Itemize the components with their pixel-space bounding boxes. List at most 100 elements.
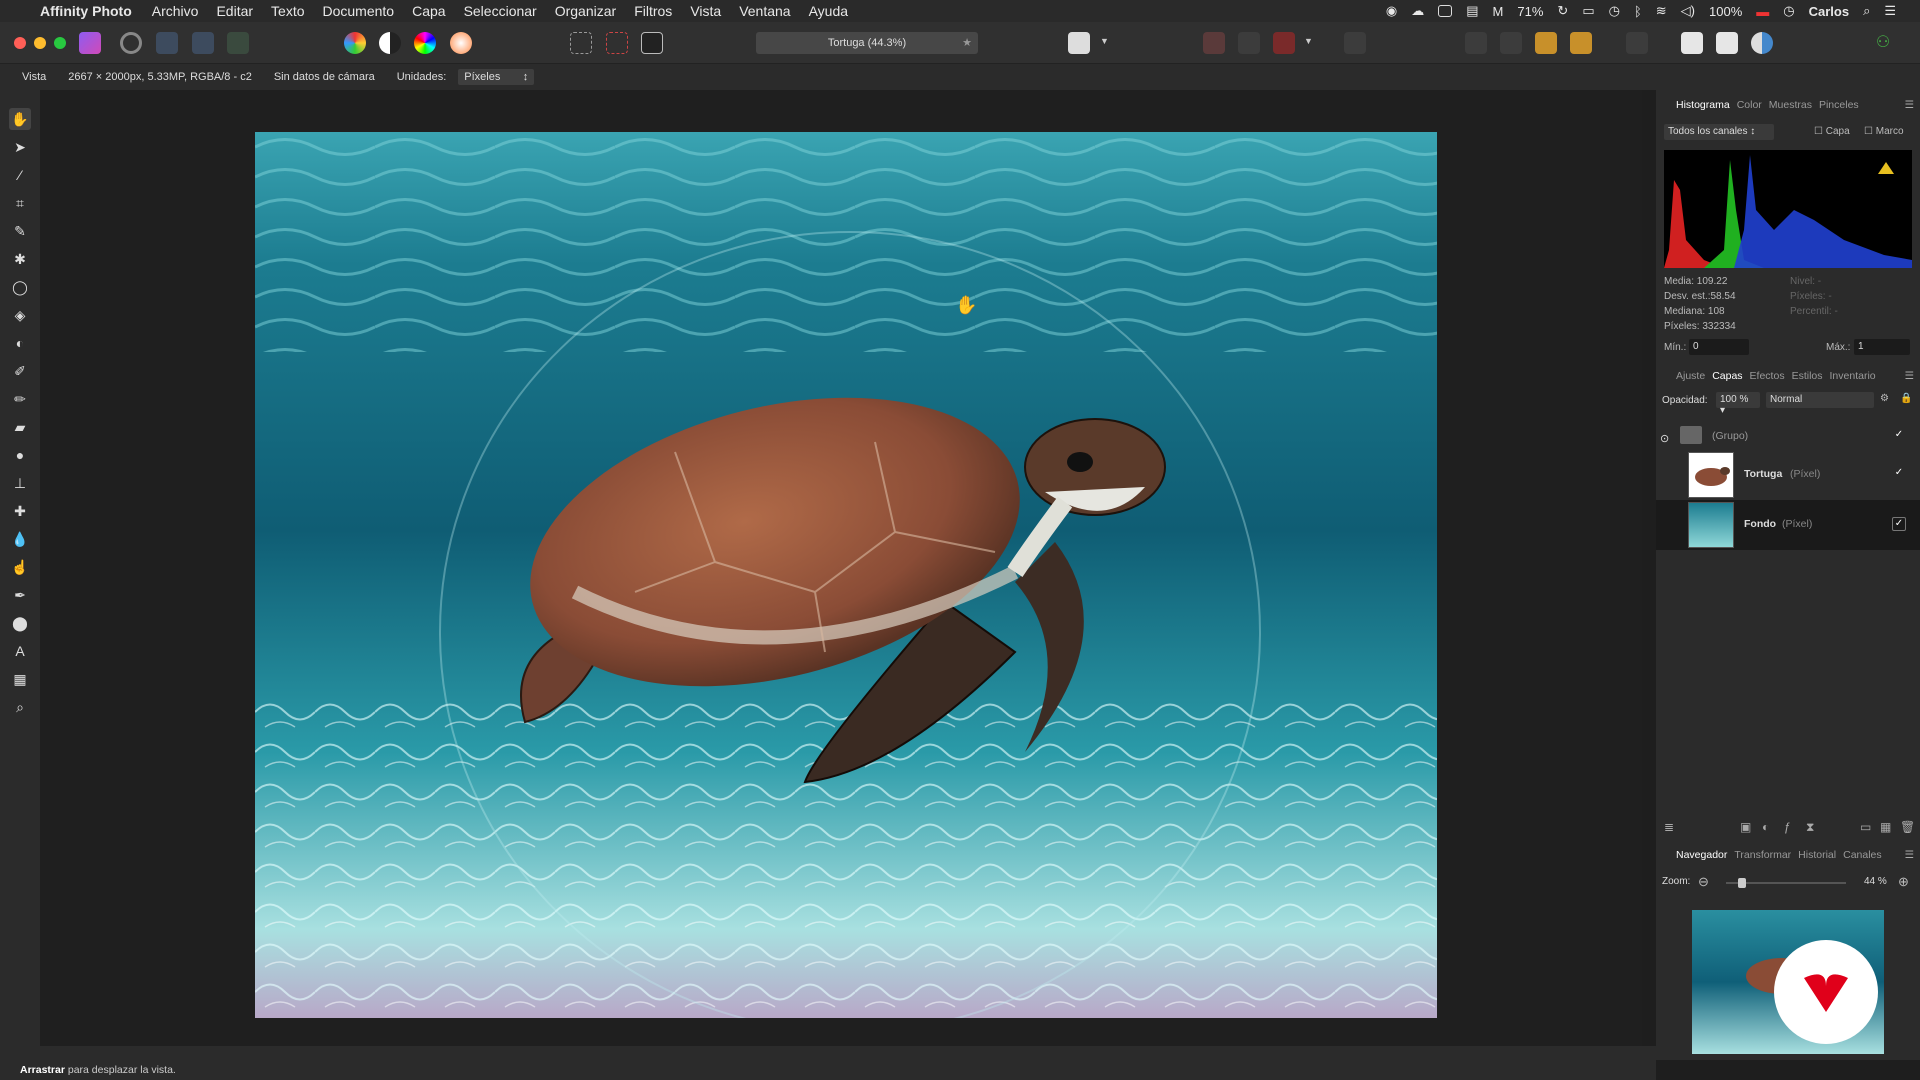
opacity-field[interactable]: 100 % ▾ [1716, 392, 1760, 416]
auto-levels-icon[interactable] [344, 32, 366, 54]
blend-mode-select[interactable]: Normal [1766, 392, 1874, 408]
liquify-persona-icon[interactable] [120, 32, 142, 54]
boolean-subtract-icon[interactable] [1716, 32, 1738, 54]
flag-icon[interactable]: ▬ [1756, 4, 1769, 19]
screen-icon[interactable]: ▭ [1582, 3, 1594, 19]
close-window-button[interactable] [14, 37, 26, 49]
menu-filtros[interactable]: Filtros [634, 3, 672, 19]
alignment-icon[interactable] [1626, 32, 1648, 54]
zoom-slider[interactable] [1726, 878, 1846, 888]
menu-ayuda[interactable]: Ayuda [809, 3, 848, 19]
layer-row-tortuga[interactable]: Tortuga (Píxel) ✓ [1656, 450, 1920, 500]
align-icon[interactable] [1238, 32, 1260, 54]
panel-menu-icon[interactable]: ☰ [1905, 849, 1914, 861]
text-tool-icon[interactable]: A [9, 640, 31, 662]
gear-icon[interactable]: ⚙ [1880, 393, 1889, 404]
flood-select-tool-icon[interactable]: ✱ [9, 248, 31, 270]
tab-ajuste[interactable]: Ajuste [1676, 370, 1705, 382]
zoom-window-button[interactable] [54, 37, 66, 49]
auto-colors-icon[interactable] [414, 32, 436, 54]
max-field[interactable]: 1 [1854, 339, 1910, 355]
tab-inventario[interactable]: Inventario [1830, 370, 1876, 382]
group-visibility-check[interactable]: ✓ [1892, 429, 1906, 443]
zoom-out-icon[interactable]: ⊖ [1698, 874, 1709, 890]
selection-brush-tool-icon[interactable]: ✎ [9, 220, 31, 242]
boolean-add-icon[interactable] [1681, 32, 1703, 54]
blur-tool-icon[interactable]: 💧 [9, 528, 31, 550]
menu-capa[interactable]: Capa [412, 3, 445, 19]
arrange-back-icon[interactable] [1465, 32, 1487, 54]
zoom-tool-icon[interactable]: ⌕ [9, 696, 31, 718]
pen-tool-icon[interactable]: ✒ [9, 584, 31, 606]
gradient-tool-icon[interactable]: ◐ [9, 332, 31, 354]
healing-tool-icon[interactable]: ✚ [9, 500, 31, 522]
menu-seleccionar[interactable]: Seleccionar [464, 3, 537, 19]
mesh-warp-tool-icon[interactable]: ▦ [9, 668, 31, 690]
document-tab[interactable]: Tortuga (44.3%) ★ [756, 32, 978, 54]
tab-historial[interactable]: Historial [1798, 849, 1836, 861]
layers-stack-icon[interactable]: ≣ [1664, 820, 1674, 834]
auto-contrast-icon[interactable] [379, 32, 401, 54]
assistant-icon[interactable] [1344, 32, 1366, 54]
move-tool-icon[interactable]: ➤ [9, 136, 31, 158]
hand-tool-icon[interactable]: ✋ [9, 108, 31, 130]
color-picker-tool-icon[interactable]: ⁄ [9, 164, 31, 186]
tab-pinceles[interactable]: Pinceles [1819, 99, 1859, 111]
drive-icon[interactable]: ▤ [1466, 3, 1478, 19]
tab-efectos[interactable]: Efectos [1750, 370, 1785, 382]
tab-capas[interactable]: Capas [1712, 370, 1742, 382]
lock-icon[interactable]: 🔒 [1900, 393, 1912, 404]
display-icon[interactable] [1438, 5, 1453, 17]
fondo-visibility-check[interactable]: ✓ [1892, 517, 1906, 531]
cloud-icon[interactable]: ☁ [1411, 3, 1424, 19]
live-filter-icon[interactable]: ⧗ [1806, 820, 1814, 835]
star-icon[interactable]: ★ [962, 32, 972, 54]
tab-estilos[interactable]: Estilos [1792, 370, 1823, 382]
new-layer-icon[interactable]: ▦ [1880, 820, 1891, 834]
magnet-dropdown-icon[interactable]: ▼ [1304, 36, 1313, 46]
tab-color[interactable]: Color [1737, 99, 1762, 111]
battery-percent-small[interactable]: 71% [1517, 4, 1543, 19]
delete-layer-icon[interactable]: 🗑 [1900, 820, 1915, 834]
battery-percent[interactable]: 100% [1709, 4, 1742, 19]
tab-muestras[interactable]: Muestras [1769, 99, 1812, 111]
develop-persona-icon[interactable] [156, 32, 178, 54]
malwarebytes-icon[interactable]: M [1493, 4, 1504, 19]
paint-brush-tool-icon[interactable]: ✐ [9, 360, 31, 382]
tab-transformar[interactable]: Transformar [1734, 849, 1791, 861]
tone-mapping-persona-icon[interactable] [192, 32, 214, 54]
layer-row-fondo[interactable]: Fondo (Píxel) ✓ [1656, 500, 1920, 550]
control-center-icon[interactable]: ☰ [1884, 3, 1896, 19]
menu-documento[interactable]: Documento [323, 3, 395, 19]
time-machine-icon[interactable]: ◷ [1609, 3, 1620, 19]
tab-navegador[interactable]: Navegador [1676, 849, 1727, 861]
mask-icon[interactable]: ▣ [1740, 820, 1751, 834]
arrange-forward-icon[interactable] [1535, 32, 1557, 54]
arrange-backward-icon[interactable] [1500, 32, 1522, 54]
menu-texto[interactable]: Texto [271, 3, 304, 19]
user-account-icon[interactable]: ⚇ [1872, 32, 1894, 54]
snapping-icon[interactable] [1203, 32, 1225, 54]
fx-icon[interactable]: ƒ [1784, 820, 1791, 834]
expand-chevron-icon[interactable]: ⊙ [1660, 432, 1669, 445]
marco-checkbox[interactable]: ☐ Marco [1864, 126, 1904, 137]
volume-icon[interactable]: ◁) [1681, 3, 1695, 19]
crop-tool-icon[interactable]: ⌗ [9, 192, 31, 214]
menu-ventana[interactable]: Ventana [739, 3, 790, 19]
shape-tool-icon[interactable]: ⬤ [9, 612, 31, 634]
auto-white-balance-icon[interactable] [450, 32, 472, 54]
new-group-icon[interactable]: ▭ [1860, 820, 1871, 834]
spotlight-search-icon[interactable]: ⌕ [1863, 3, 1870, 19]
menu-archivo[interactable]: Archivo [152, 3, 199, 19]
capa-checkbox[interactable]: ☐ Capa [1814, 126, 1850, 137]
tab-histograma[interactable]: Histograma [1676, 99, 1730, 111]
user-name[interactable]: Carlos [1809, 4, 1849, 19]
sync-icon[interactable]: ↻ [1557, 3, 1568, 19]
clock-icon[interactable]: ◷ [1783, 3, 1794, 19]
bluetooth-icon[interactable]: ᛒ [1634, 4, 1642, 19]
clone-tool-icon[interactable]: ⊥ [9, 472, 31, 494]
color-replacement-tool-icon[interactable]: ✏ [9, 388, 31, 410]
turtle-photo[interactable] [255, 132, 1437, 1018]
erase-tool-icon[interactable]: ▰ [9, 416, 31, 438]
boolean-intersect-icon[interactable] [1751, 32, 1773, 54]
